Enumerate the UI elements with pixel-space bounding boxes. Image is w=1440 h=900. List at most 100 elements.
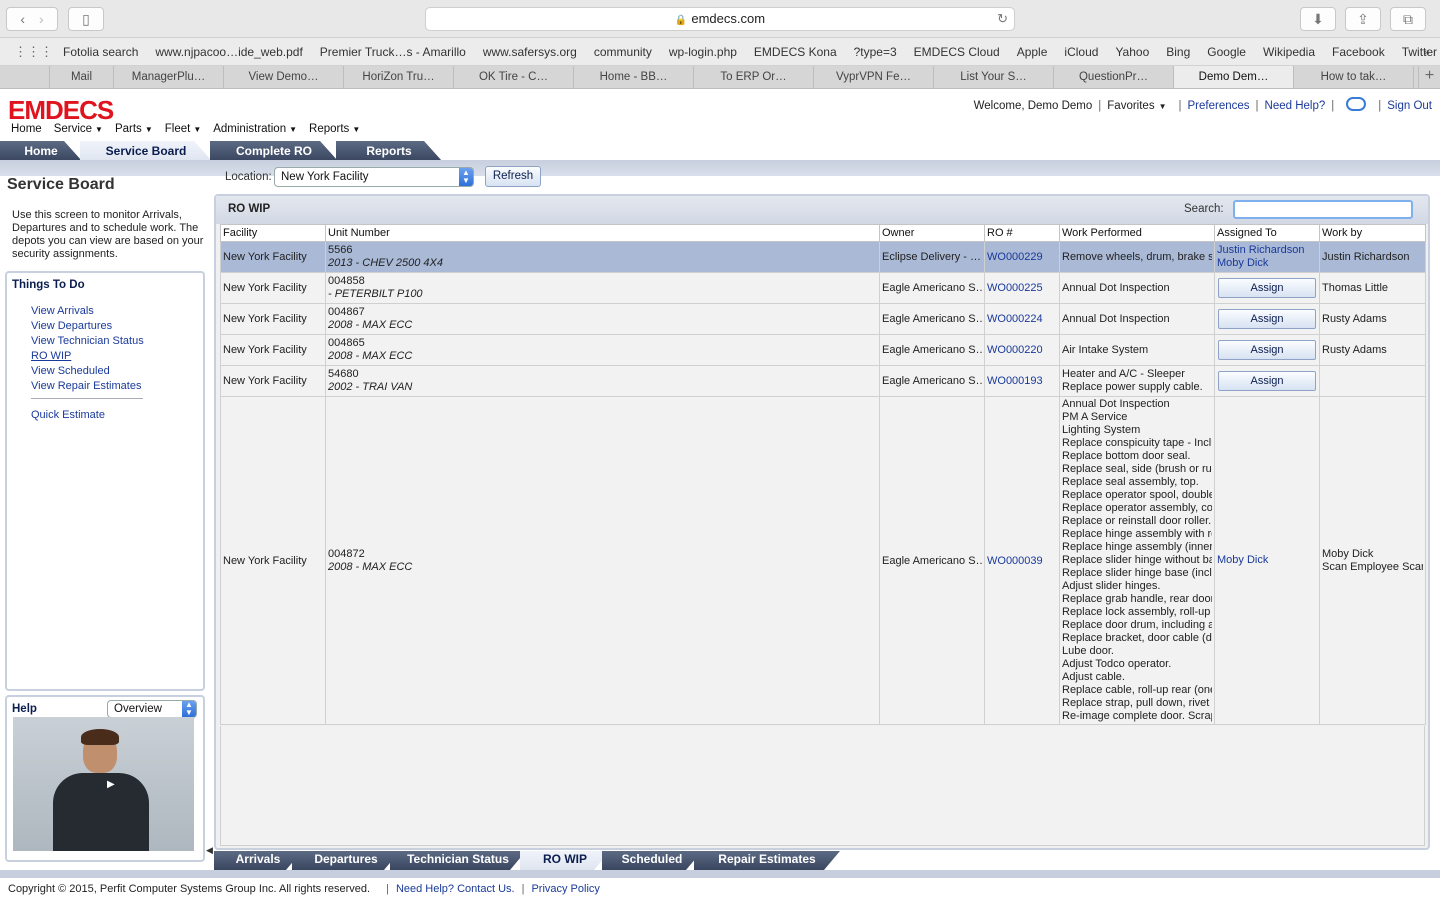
view-departures-link[interactable]: View Departures bbox=[31, 319, 203, 334]
view-arrivals-link[interactable]: View Arrivals bbox=[31, 304, 203, 319]
favorite-link[interactable]: Yahoo bbox=[1115, 45, 1149, 59]
col-assigned-to[interactable]: Assigned To bbox=[1214, 224, 1320, 242]
address-bar[interactable]: 🔒 emdecs.com ↻ bbox=[425, 7, 1015, 31]
ro-number-link[interactable]: WO000039 bbox=[987, 555, 1043, 567]
emdecs-logo[interactable]: EMDECS bbox=[8, 95, 114, 126]
ro-wip-link[interactable]: RO WIP bbox=[31, 349, 203, 364]
favorite-link[interactable]: community bbox=[594, 45, 652, 59]
table-row[interactable]: New York Facility 54680 2002 - TRAI VAN Eag… bbox=[220, 365, 1426, 397]
assigned-technician-link[interactable]: Justin Richardson bbox=[1217, 244, 1317, 257]
preferences-link[interactable]: Preferences bbox=[1188, 100, 1250, 112]
grid-icon[interactable]: ⋮⋮⋮ bbox=[14, 44, 53, 60]
tab-home[interactable]: Home bbox=[0, 141, 82, 161]
favorite-link[interactable]: Bing bbox=[1166, 45, 1190, 59]
favorite-link[interactable]: iCloud bbox=[1064, 45, 1098, 59]
menu-administration[interactable]: Administration ▼ bbox=[213, 123, 297, 135]
tab-reports[interactable]: Reports bbox=[336, 141, 442, 161]
privacy-policy-link[interactable]: Privacy Policy bbox=[531, 883, 599, 895]
quick-estimate-link[interactable]: Quick Estimate bbox=[31, 408, 203, 423]
tabs-overview-button[interactable]: ⧉ bbox=[1390, 7, 1426, 31]
table-row[interactable]: New York Facility 5566 2013 - CHEV 2500 4X… bbox=[220, 241, 1426, 273]
table-row[interactable]: New York Facility 004872 2008 - MAX ECC Eag… bbox=[220, 396, 1426, 725]
table-row[interactable]: New York Facility 004865 2008 - MAX ECC Eag… bbox=[220, 334, 1426, 366]
ro-number-link[interactable]: WO000225 bbox=[987, 282, 1043, 294]
col-owner[interactable]: Owner bbox=[879, 224, 985, 242]
btab-ro-wip[interactable]: RO WIP bbox=[520, 851, 610, 870]
refresh-button[interactable]: Refresh bbox=[485, 166, 541, 187]
ro-number-link[interactable]: WO000224 bbox=[987, 313, 1043, 325]
contact-us-link[interactable]: Need Help? Contact Us. bbox=[396, 883, 515, 895]
assigned-technician-link[interactable]: Moby Dick bbox=[1217, 257, 1317, 270]
assign-button[interactable]: Assign bbox=[1218, 278, 1316, 298]
assign-button[interactable]: Assign bbox=[1218, 340, 1316, 360]
browser-tab[interactable]: VyprVPN Fe… bbox=[814, 66, 934, 88]
browser-tab[interactable]: Home - BB… bbox=[574, 66, 694, 88]
col-unit-number[interactable]: Unit Number bbox=[325, 224, 880, 242]
back-icon[interactable]: ‹ bbox=[20, 11, 25, 27]
assign-button[interactable]: Assign bbox=[1218, 309, 1316, 329]
browser-tab[interactable]: To ERP Or… bbox=[694, 66, 814, 88]
forward-icon[interactable]: › bbox=[39, 11, 44, 27]
favorite-link[interactable]: wp-login.php bbox=[669, 45, 737, 59]
menu-parts[interactable]: Parts ▼ bbox=[115, 123, 153, 135]
favorite-link[interactable]: www.safersys.org bbox=[483, 45, 577, 59]
col-facility[interactable]: Facility bbox=[220, 224, 326, 242]
location-select[interactable]: New York Facility ▲ ▼ bbox=[274, 167, 474, 187]
menu-home[interactable]: Home bbox=[11, 123, 42, 135]
btab-scheduled[interactable]: Scheduled bbox=[602, 851, 702, 870]
assign-button[interactable]: Assign bbox=[1218, 371, 1316, 391]
favorite-link[interactable]: Twitter bbox=[1402, 45, 1437, 59]
favorite-link[interactable]: EMDECS Cloud bbox=[914, 45, 1000, 59]
new-tab-icon[interactable]: + bbox=[1418, 66, 1440, 88]
favorite-link[interactable]: EMDECS Kona bbox=[754, 45, 837, 59]
browser-tab[interactable]: QuestionPr… bbox=[1054, 66, 1174, 88]
sidebar-toggle-button[interactable]: ▯ bbox=[68, 7, 104, 31]
tab-complete-ro[interactable]: Complete RO bbox=[210, 141, 338, 161]
help-topic-select[interactable]: Overview ▲ ▼ bbox=[107, 700, 197, 718]
collapse-sidebar-icon[interactable]: ◀ bbox=[206, 845, 213, 856]
btab-arrivals[interactable]: Arrivals bbox=[214, 851, 302, 870]
favorite-link[interactable]: Facebook bbox=[1332, 45, 1385, 59]
browser-tab[interactable]: OK Tire - C… bbox=[454, 66, 574, 88]
browser-tab-blank[interactable] bbox=[0, 66, 50, 88]
col-ro-number[interactable]: RO # bbox=[984, 224, 1060, 242]
ro-number-link[interactable]: WO000229 bbox=[987, 251, 1043, 263]
table-row[interactable]: New York Facility 004867 2008 - MAX ECC Eag… bbox=[220, 303, 1426, 335]
btab-repair-estimates[interactable]: Repair Estimates bbox=[694, 851, 840, 870]
ro-number-link[interactable]: WO000193 bbox=[987, 375, 1043, 387]
menu-service[interactable]: Service ▼ bbox=[54, 123, 103, 135]
reload-icon[interactable]: ↻ bbox=[997, 8, 1008, 30]
favorites-menu[interactable]: Favorites ▼ bbox=[1107, 100, 1166, 112]
browser-tab[interactable]: HoriZon Tru… bbox=[344, 66, 454, 88]
chat-icon[interactable] bbox=[1346, 97, 1367, 111]
view-repair-estimates-link[interactable]: View Repair Estimates bbox=[31, 379, 203, 394]
more-favorites-icon[interactable]: » bbox=[1423, 45, 1430, 59]
col-work-by[interactable]: Work by bbox=[1319, 224, 1426, 242]
tab-service-board[interactable]: Service Board bbox=[80, 141, 212, 161]
ro-number-link[interactable]: WO000220 bbox=[987, 344, 1043, 356]
menu-reports[interactable]: Reports ▼ bbox=[309, 123, 360, 135]
back-forward-buttons[interactable]: ‹ › bbox=[6, 7, 58, 31]
play-icon[interactable]: ▶ bbox=[107, 779, 115, 790]
browser-tab[interactable]: Demo Dem… bbox=[1174, 66, 1294, 88]
btab-departures[interactable]: Departures bbox=[292, 851, 400, 870]
favorite-link[interactable]: Premier Truck…s - Amarillo bbox=[320, 45, 466, 59]
share-button[interactable]: ⇪ bbox=[1345, 7, 1381, 31]
favorite-link[interactable]: Google bbox=[1207, 45, 1246, 59]
favorite-link[interactable]: Wikipedia bbox=[1263, 45, 1315, 59]
favorite-link[interactable]: Fotolia search bbox=[63, 45, 138, 59]
downloads-button[interactable]: ⬇ bbox=[1300, 7, 1336, 31]
assigned-technician-link[interactable]: Moby Dick bbox=[1217, 554, 1317, 567]
help-video[interactable]: ▶ bbox=[13, 717, 194, 851]
need-help-link[interactable]: Need Help? bbox=[1265, 100, 1326, 112]
favorite-link[interactable]: www.njpacoo…ide_web.pdf bbox=[155, 45, 302, 59]
table-row[interactable]: New York Facility 004858- PETERBILT P100 E… bbox=[220, 272, 1426, 304]
browser-tab[interactable]: How to tak… bbox=[1294, 66, 1414, 88]
browser-tab[interactable]: List Your S… bbox=[934, 66, 1054, 88]
browser-tab[interactable]: View Demo… bbox=[224, 66, 344, 88]
btab-technician-status[interactable]: Technician Status bbox=[390, 851, 526, 870]
search-input[interactable] bbox=[1233, 200, 1413, 219]
view-technician-status-link[interactable]: View Technician Status bbox=[31, 334, 203, 349]
favorite-link[interactable]: ?type=3 bbox=[854, 45, 897, 59]
sign-out-link[interactable]: Sign Out bbox=[1387, 100, 1432, 112]
